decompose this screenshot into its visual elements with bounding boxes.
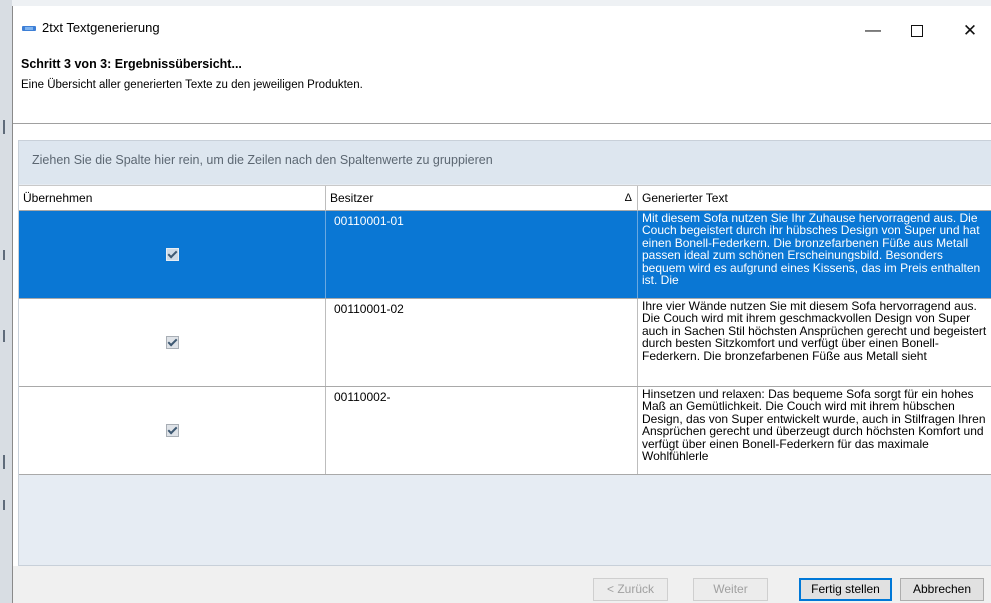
cell-uebernehmen xyxy=(19,299,326,386)
background-window-edge xyxy=(0,0,12,603)
maximize-button[interactable] xyxy=(895,16,939,46)
finish-button[interactable]: Fertig stellen xyxy=(799,578,892,601)
cell-generated-text: Ihre vier Wände nutzen Sie mit diesem So… xyxy=(642,299,987,363)
button-bar: < Zurück Weiter Fertig stellen Abbrechen xyxy=(13,566,991,603)
column-header-uebernehmen[interactable]: Übernehmen xyxy=(19,186,326,211)
group-by-hint: Ziehen Sie die Spalte hier rein, um die … xyxy=(32,153,493,167)
header-divider xyxy=(13,123,991,124)
cell-generated-text: Hinsetzen und relaxen: Das bequeme Sofa … xyxy=(642,387,986,464)
group-by-panel[interactable]: Ziehen Sie die Spalte hier rein, um die … xyxy=(19,141,991,184)
cell-uebernehmen xyxy=(19,211,326,298)
sort-ascending-icon: Δ xyxy=(624,192,632,204)
cell-besitzer: 00110001-02 xyxy=(326,299,638,386)
maximize-icon xyxy=(911,24,923,37)
cell-uebernehmen xyxy=(19,387,326,474)
uebernehmen-checkbox[interactable] xyxy=(166,424,179,437)
table-row[interactable]: 00110002- Hinsetzen und relaxen: Das beq… xyxy=(19,387,991,475)
results-grid: Ziehen Sie die Spalte hier rein, um die … xyxy=(18,140,991,566)
cancel-button[interactable]: Abbrechen xyxy=(900,578,984,601)
cell-generated-text: Mit diesem Sofa nutzen Sie Ihr Zuhause h… xyxy=(642,211,981,288)
table-row[interactable]: 00110001-02 Ihre vier Wände nutzen Sie m… xyxy=(19,299,991,387)
cell-besitzer: 00110002- xyxy=(326,387,638,474)
column-header-generierter-text[interactable]: Generierter Text xyxy=(638,186,991,211)
column-header-row: Übernehmen Besitzer Δ Generierter Text xyxy=(19,185,991,211)
title-bar[interactable]: 2txt Textgenerierung — ✕ xyxy=(13,6,991,50)
window-title: 2txt Textgenerierung xyxy=(42,20,160,35)
step-title: Schritt 3 von 3: Ergebnissübersicht... xyxy=(21,57,242,71)
cell-besitzer: 00110001-01 xyxy=(326,211,638,298)
table-row[interactable]: 00110001-01 Mit diesem Sofa nutzen Sie I… xyxy=(19,211,991,299)
app-icon xyxy=(22,26,36,31)
uebernehmen-checkbox[interactable] xyxy=(166,336,179,349)
wizard-window: 2txt Textgenerierung — ✕ Schritt 3 von 3… xyxy=(12,6,991,603)
minimize-button[interactable]: — xyxy=(851,16,895,46)
column-header-besitzer[interactable]: Besitzer Δ xyxy=(326,186,638,211)
uebernehmen-checkbox[interactable] xyxy=(166,248,179,261)
next-button[interactable]: Weiter xyxy=(693,578,768,601)
step-description: Eine Übersicht aller generierten Texte z… xyxy=(21,79,363,91)
back-button[interactable]: < Zurück xyxy=(593,578,668,601)
close-button[interactable]: ✕ xyxy=(948,16,991,46)
